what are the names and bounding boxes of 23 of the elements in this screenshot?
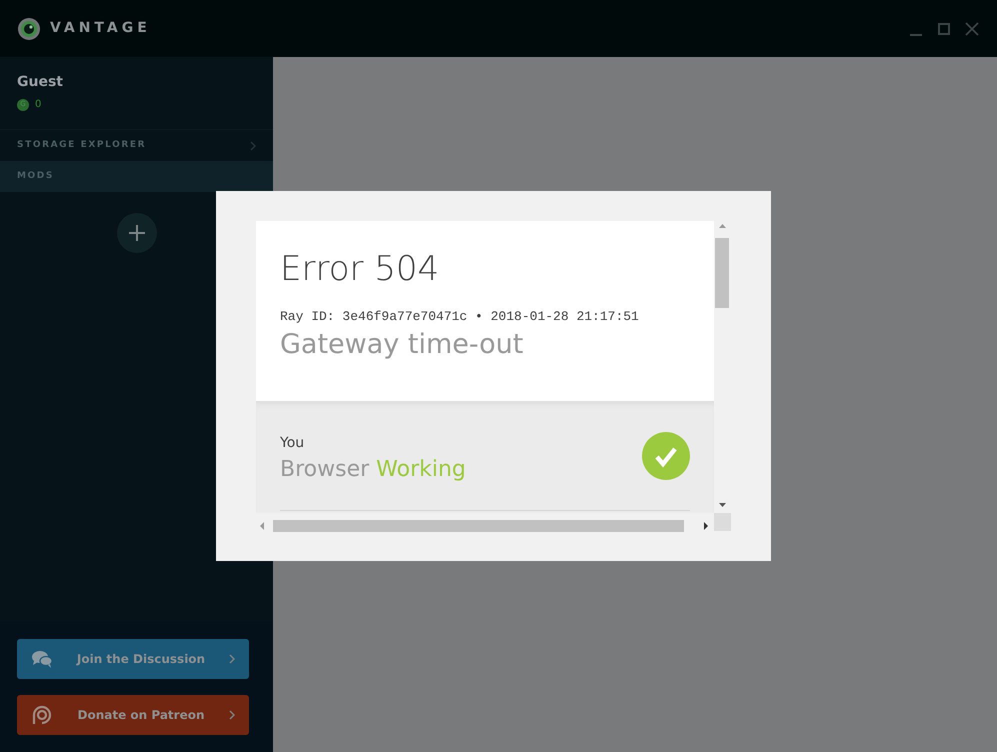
chevron-icon — [229, 654, 235, 664]
chat-bubbles-icon — [31, 649, 53, 669]
app-title: VANTAGE — [50, 19, 151, 38]
donate-button[interactable]: Donate on Patreon — [17, 695, 249, 735]
credit-count: 0 — [35, 98, 42, 112]
sidebar-item[interactable]: MODS — [0, 161, 273, 192]
error-title: Error 504 — [280, 248, 440, 291]
status-name: Browser — [280, 457, 370, 482]
status-label: You — [280, 434, 306, 453]
close-icon[interactable] — [964, 20, 980, 36]
status-state: Working — [376, 457, 466, 482]
chevron-icon — [250, 140, 256, 150]
discussion-button[interactable]: Join the Discussion — [17, 639, 249, 679]
error-subtitle: Gateway time-out — [280, 328, 524, 362]
maximize-icon[interactable] — [936, 20, 952, 36]
user-name: Guest — [17, 73, 64, 92]
sidebar-item[interactable]: STORAGE EXPLORER — [0, 130, 273, 161]
chevron-icon — [229, 710, 235, 720]
add-button[interactable] — [116, 213, 156, 253]
plus-icon — [126, 223, 146, 243]
eye-logo-icon — [17, 16, 41, 40]
patreon-logo-icon — [31, 704, 53, 726]
ray-id-text: Ray ID: 3e46f9a77e70471c • 2018-01-28 21:17:51 — [280, 308, 640, 326]
